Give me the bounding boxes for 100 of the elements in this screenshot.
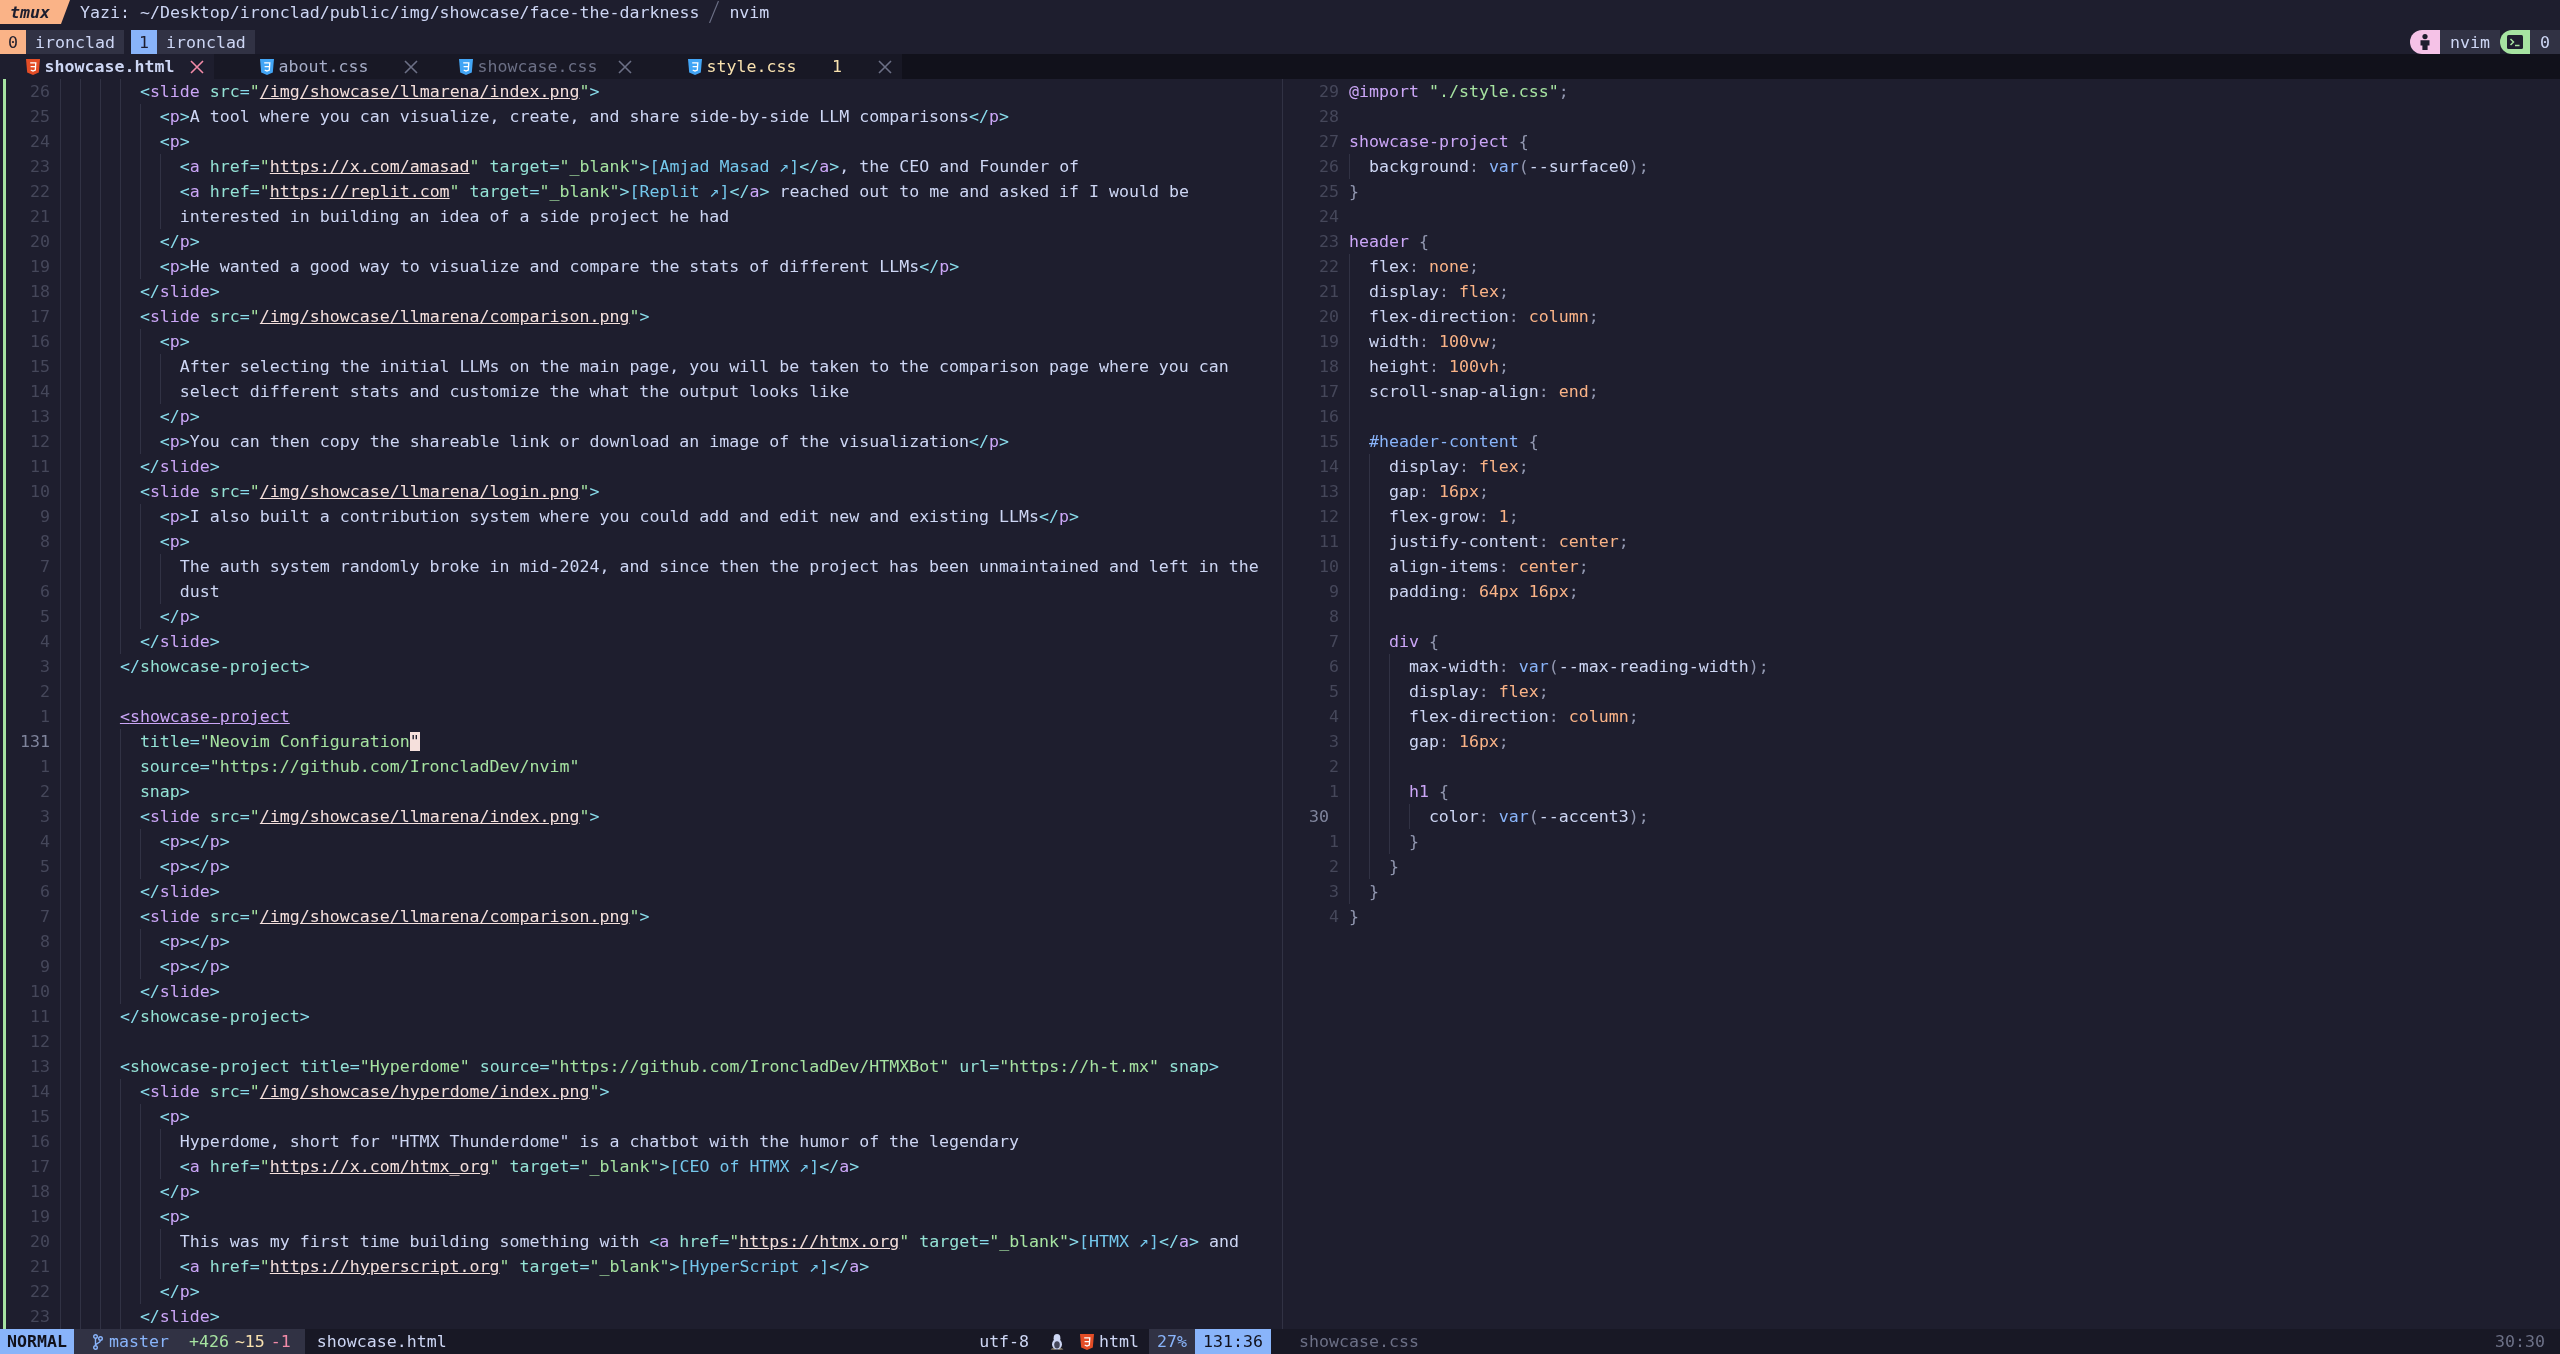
code-line: snap>	[139, 781, 190, 803]
file-name: showcase.html	[316, 1331, 447, 1353]
diff-count: ~15	[234, 1332, 265, 1351]
shield-icon	[687, 58, 702, 75]
code-line: <p></p>	[159, 831, 230, 853]
code-line: <a href="https://hyperscript.org" target="_blank">[HyperScript ↗]</a>	[179, 1256, 870, 1278]
window-name[interactable]: ironclad	[156, 30, 255, 54]
code-line: background: var(--surface0);	[1368, 156, 1649, 178]
code-line: <p>You can then copy the shareable link or download an image of the visualization</p>	[159, 431, 1010, 453]
code-line: After selecting the initial LLMs on the main page, you will be taken to the comparison page where you can	[179, 356, 1229, 378]
code-line: <slide src="/img/showcase/hyperdome/index.png">	[139, 1081, 610, 1103]
code-line: <p>A tool where you can visualize, create, and share side-by-side LLM comparisons</p>	[159, 106, 1010, 128]
code-line: Hyperdome, short for "HTMX Thunderdome" is a chatbot with the humor of the legendary	[179, 1131, 1019, 1153]
code-line: flex-direction: column;	[1408, 706, 1639, 728]
close-icon[interactable]	[190, 59, 204, 74]
code-line: </slide>	[139, 456, 220, 478]
code-line: </slide>	[139, 881, 220, 903]
code-line: This was my first time building something with <a href="https://htmx.org" target="_blank">[HTMX ↗]</a> and	[179, 1231, 1239, 1253]
code-line: padding: 64px 16px;	[1388, 581, 1579, 603]
code-line: <p>	[159, 331, 190, 353]
code-line: display: flex;	[1408, 681, 1549, 703]
branch-name: master	[108, 1332, 169, 1351]
code-line: width: 100vw;	[1368, 331, 1499, 353]
status-label: nvim	[2440, 30, 2500, 54]
close-icon[interactable]	[618, 59, 632, 74]
code-line: <a href="https://x.com/amasad" target="_blank">[Amjad Masad ↗]</a>, the CEO and Founder of	[179, 156, 1080, 178]
code-line: </p>	[159, 406, 200, 428]
code-line: </showcase-project>	[119, 656, 310, 678]
encoding-label: utf-8	[979, 1332, 1030, 1351]
shield-icon	[25, 58, 40, 75]
code-line: </slide>	[139, 631, 220, 653]
code-line: justify-content: center;	[1388, 531, 1629, 553]
code-line: </p>	[159, 231, 200, 253]
code-line: @import "./style.css";	[1349, 81, 1569, 103]
code-line: dust	[179, 581, 220, 603]
code-line: <slide src="/img/showcase/llmarena/index.png">	[139, 81, 600, 103]
code-line: max-width: var(--max-reading-width);	[1408, 656, 1769, 678]
scroll-percent: 27%	[1149, 1329, 1196, 1354]
tmux-label: tmux	[0, 0, 70, 24]
code-line: header {	[1349, 231, 1429, 253]
close-icon[interactable]	[404, 59, 418, 74]
file-name: showcase.css	[1299, 1332, 1419, 1351]
code-line: <p>I also built a contribution system where you could add and edit new and existing LLMs</p>	[159, 506, 1079, 528]
code-line: height: 100vh;	[1368, 356, 1509, 378]
code-line: <p></p>	[159, 856, 230, 878]
code-line: <p>	[159, 131, 190, 153]
code-line: </slide>	[139, 281, 220, 303]
code-line: </p>	[159, 1181, 200, 1203]
code-line: <p>	[159, 1206, 190, 1228]
code-line: color: var(--accent3);	[1428, 806, 1649, 828]
code-line: <showcase-project title="Hyperdome" source="https://github.com/IroncladDev/HTMXBot" url="https://h-t.mx" snap>	[119, 1056, 1220, 1078]
penguin-icon	[1050, 1333, 1065, 1350]
code-line: flex-direction: column;	[1368, 306, 1599, 328]
code-line: flex-grow: 1;	[1388, 506, 1519, 528]
code-line: </slide>	[139, 981, 220, 1003]
code-line: h1 {	[1408, 781, 1449, 803]
branch-icon	[92, 1333, 103, 1350]
code-line: }	[1349, 181, 1359, 203]
code-line: <p>	[159, 1106, 190, 1128]
command-label: nvim	[729, 1, 770, 24]
diff-count: +426	[188, 1332, 229, 1351]
cursor-position: 30:30	[2495, 1332, 2545, 1351]
terminal-icon	[2500, 30, 2530, 54]
editor-tab[interactable]: about.css	[214, 54, 428, 79]
window-index[interactable]: 1	[130, 30, 157, 54]
line-number: 30	[1309, 806, 1330, 828]
person-icon	[2410, 30, 2441, 54]
code-line: <p></p>	[159, 931, 230, 953]
code-line: <p>He wanted a good way to visualize and compare the stats of different LLMs</p>	[159, 256, 960, 278]
window-title: Yazi: ~/Desktop/ironclad/public/img/showcase/face-the-darkness	[79, 1, 700, 24]
code-line: display: flex;	[1368, 281, 1509, 303]
code-line: <a href="https://replit.com" target="_blank">[Replit ↗]</a> reached out to me and asked if I would be	[179, 181, 1189, 203]
code-line: The auth system randomly broke in mid-2024, and since then the project has been unmaintained and left in the	[179, 556, 1259, 578]
window-name[interactable]: ironclad	[26, 30, 124, 54]
editor-tab[interactable]: showcase.html	[0, 54, 214, 79]
mode-indicator: NORMAL	[0, 1329, 74, 1354]
filetype-label: html	[1099, 1332, 1140, 1351]
code-line: <slide src="/img/showcase/llmarena/comparison.png">	[139, 906, 650, 928]
code-line: <slide src="/img/showcase/llmarena/comparison.png">	[139, 306, 650, 328]
line-number: 131	[20, 731, 50, 753]
status-label: 0	[2530, 30, 2560, 54]
code-line: <slide src="/img/showcase/llmarena/login.png">	[139, 481, 600, 503]
code-line: #header-content {	[1368, 431, 1539, 453]
separator-icon	[709, 1, 720, 23]
close-icon[interactable]	[878, 59, 892, 74]
code-line: display: flex;	[1388, 456, 1529, 478]
shield-icon	[1080, 1333, 1095, 1350]
code-line: }	[1408, 831, 1419, 853]
editor-tab[interactable]: showcase.css	[428, 54, 642, 79]
window-index[interactable]: 0	[0, 30, 26, 54]
code-line: <a href="https://x.com/htmx_org" target="_blank">[CEO of HTMX ↗]</a>	[179, 1156, 860, 1178]
cursor-position: 131:36	[1195, 1329, 1271, 1354]
code-line: gap: 16px;	[1408, 731, 1509, 753]
code-line: flex: none;	[1368, 256, 1479, 278]
diff-count: -1	[270, 1332, 291, 1351]
code-line: scroll-snap-align: end;	[1368, 381, 1599, 403]
code-line: }	[1368, 881, 1379, 903]
code-line: </slide>	[139, 1306, 220, 1328]
editor-tab[interactable]: style.css 1	[642, 54, 902, 79]
code-line: showcase-project {	[1349, 131, 1529, 153]
